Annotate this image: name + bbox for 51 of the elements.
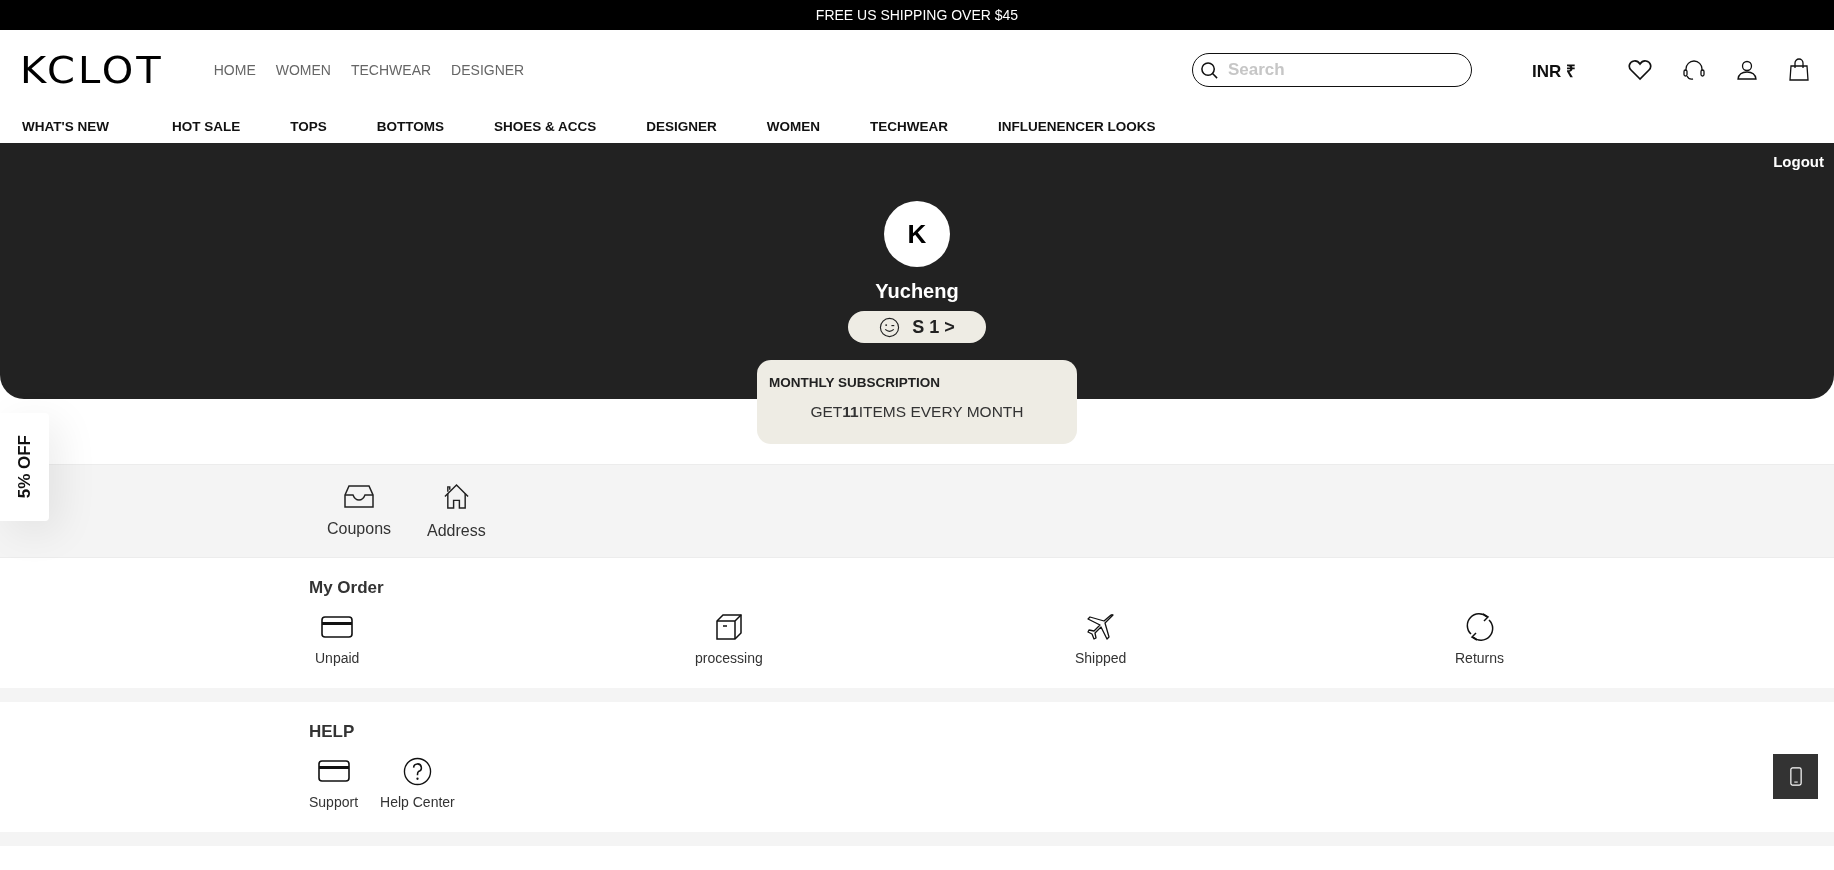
subscription-title: MONTHLY SUBSCRIPTION xyxy=(769,375,942,390)
category-link[interactable]: HOT SALE xyxy=(171,119,241,134)
card-icon xyxy=(321,616,354,638)
question-icon xyxy=(402,756,432,786)
subscription-text: GET11ITEMS EVERY MONTH xyxy=(809,403,1025,421)
shopping-bag-icon[interactable] xyxy=(1788,58,1810,82)
logo[interactable]: KCLOT xyxy=(20,48,164,92)
help-link[interactable]: Support xyxy=(309,756,359,810)
nav-link[interactable]: HOME xyxy=(213,62,256,78)
category-link[interactable]: SHOES & ACCS xyxy=(494,119,597,134)
order-status-link[interactable]: Returns xyxy=(1455,612,1505,666)
category-link[interactable]: DESIGNER xyxy=(646,119,717,134)
currency-selector[interactable]: INR ₹ xyxy=(1532,58,1576,82)
section-title: HELP xyxy=(309,722,356,742)
membership-level-button[interactable]: S 1 > xyxy=(848,311,986,343)
box-icon xyxy=(714,613,743,641)
category-link[interactable]: TECHWEAR xyxy=(870,119,948,134)
order-status-link[interactable]: Unpaid xyxy=(315,612,360,666)
nav-link[interactable]: TECHWEAR xyxy=(350,62,432,78)
nav-link[interactable]: WOMEN xyxy=(275,62,331,78)
order-status-link[interactable]: processing xyxy=(695,612,763,666)
app-download-button[interactable] xyxy=(1773,754,1818,799)
category-link[interactable]: TOPS xyxy=(290,119,327,134)
category-link[interactable]: WHAT'S NEW xyxy=(22,119,109,134)
user-icon[interactable] xyxy=(1736,59,1758,81)
phone-icon xyxy=(1789,767,1802,786)
card-icon xyxy=(317,760,350,782)
help-link[interactable]: Help Center xyxy=(380,756,455,810)
inbox-icon xyxy=(343,484,375,508)
logout-link[interactable]: Logout xyxy=(1773,153,1824,170)
order-status-link[interactable]: Shipped xyxy=(1075,612,1127,666)
house-icon xyxy=(442,482,470,510)
search-icon xyxy=(1200,61,1219,80)
category-link[interactable]: WOMEN xyxy=(766,119,820,134)
announcement-text: FREE US SHIPPING OVER $45 xyxy=(815,7,1019,23)
quick-link[interactable]: Coupons xyxy=(327,484,392,538)
category-link[interactable]: BOTTOMS xyxy=(376,119,444,134)
nav-link[interactable]: DESIGNER xyxy=(451,62,525,78)
wink-face-icon xyxy=(879,316,901,338)
cycle-arrows-icon xyxy=(1464,612,1495,642)
user-name: Yucheng xyxy=(875,280,959,303)
category-link[interactable]: INFLUENENCER LOOKS xyxy=(998,119,1156,134)
airplane-icon xyxy=(1086,613,1115,641)
avatar-initial: K xyxy=(884,201,950,267)
heart-icon[interactable] xyxy=(1628,59,1652,81)
section-title: My Order xyxy=(309,578,385,598)
discount-tab[interactable]: 5% OFF xyxy=(0,413,49,521)
subscription-card[interactable]: MONTHLY SUBSCRIPTION GET11ITEMS EVERY MONTH xyxy=(757,360,1077,444)
headset-icon[interactable] xyxy=(1682,59,1706,81)
quick-link[interactable]: Address xyxy=(427,482,486,540)
search-field[interactable]: Search xyxy=(1192,53,1472,87)
